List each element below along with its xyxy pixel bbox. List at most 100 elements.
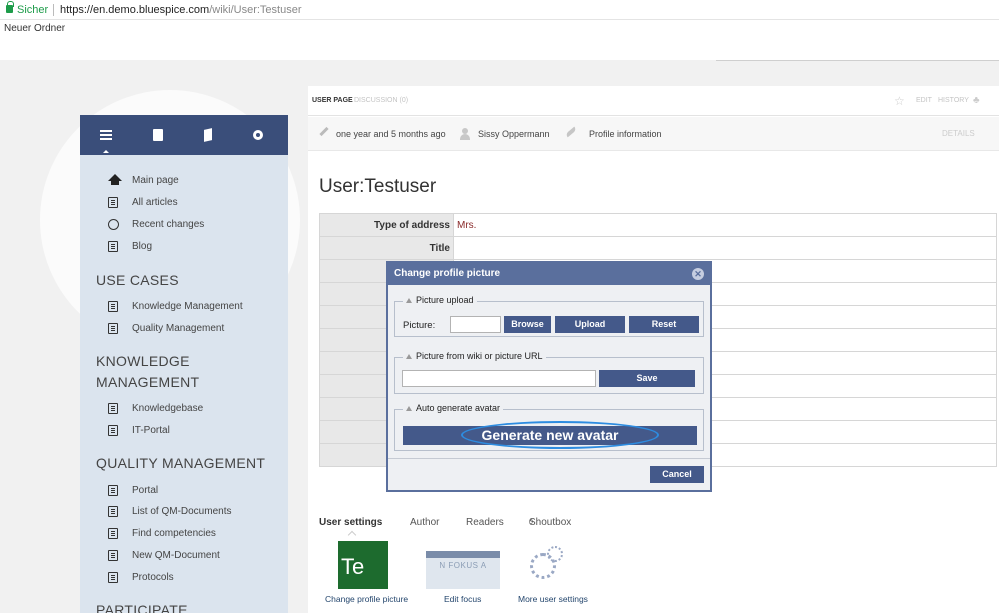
- field-label: Type of address: [319, 213, 454, 237]
- field-label: Title: [319, 236, 454, 260]
- auto-avatar-legend[interactable]: Auto generate avatar: [403, 403, 504, 413]
- section-heading-participate: PARTICIPATE: [96, 602, 188, 613]
- sidebar-tabs: [80, 115, 288, 155]
- browse-button[interactable]: Browse: [504, 316, 551, 333]
- sidebar-item-label: IT-Portal: [132, 425, 170, 436]
- tab-author[interactable]: Author: [410, 516, 439, 530]
- dialog-footer: Cancel: [388, 458, 710, 490]
- change-profile-picture-dialog: Change profile picture ✕ Picture upload …: [386, 261, 712, 492]
- sidebar-item-label: Protocols: [132, 572, 174, 583]
- feather-icon: [565, 126, 577, 138]
- highlight-ellipse: [461, 421, 659, 449]
- table-row: Title: [319, 236, 997, 260]
- star-icon[interactable]: ☆: [894, 86, 905, 116]
- gear-icon[interactable]: [250, 127, 266, 143]
- tab-user-page[interactable]: USER PAGE: [312, 86, 353, 116]
- tab-shoutbox-label: Shoutbox: [529, 517, 572, 528]
- sidebar-item-label: List of QM-Documents: [132, 506, 232, 517]
- tab-discussion[interactable]: DISCUSSION (0): [354, 86, 408, 116]
- page-icon: [108, 301, 118, 312]
- page-icon: [108, 485, 118, 496]
- author-link[interactable]: Sissy Oppermann: [478, 117, 550, 151]
- share-icon[interactable]: ♣: [973, 86, 980, 116]
- picture-label: Picture:: [403, 320, 436, 331]
- page-title: User:Testuser: [319, 176, 437, 197]
- picture-upload-fieldset: Picture upload Picture: Browse Upload Re…: [394, 295, 704, 337]
- focus-tile[interactable]: N FOKUS A: [426, 551, 500, 589]
- bookmarks-bar: Neuer Ordner: [0, 20, 999, 60]
- page-icon: [108, 528, 118, 539]
- cancel-button[interactable]: Cancel: [650, 466, 704, 483]
- edit-focus-link[interactable]: Edit focus: [444, 594, 481, 604]
- section-heading-knowledge: KNOWLEDGE MANAGEMENT: [96, 353, 200, 390]
- details-toggle[interactable]: DETAILS: [942, 117, 975, 151]
- lock-icon: [6, 1, 14, 13]
- legend-text: Auto generate avatar: [416, 403, 501, 413]
- save-button[interactable]: Save: [599, 370, 695, 387]
- divider: [53, 4, 54, 16]
- table-row: Type of address Mrs.: [319, 213, 997, 237]
- picture-url-legend[interactable]: Picture from wiki or picture URL: [403, 351, 546, 361]
- dialog-title: Change profile picture: [394, 268, 501, 279]
- sidebar-item-label: Portal: [132, 485, 159, 496]
- sidebar: Main page All articles Recent changes Bl…: [80, 115, 288, 613]
- clipboard-icon[interactable]: [150, 127, 166, 143]
- sidebar-item-label: Quality Management: [132, 323, 225, 334]
- page-meta-bar: one year and 5 months ago Sissy Opperman…: [308, 117, 999, 151]
- change-profile-picture-link[interactable]: Change profile picture: [325, 594, 408, 604]
- page-icon: [108, 572, 118, 583]
- profile-info-link[interactable]: Profile information: [589, 117, 662, 151]
- last-modified[interactable]: one year and 5 months ago: [336, 117, 446, 151]
- legend-text: Picture from wiki or picture URL: [416, 351, 543, 361]
- page-icon: [108, 323, 118, 334]
- sidebar-item-label: Main page: [132, 175, 179, 186]
- collapse-icon: [406, 354, 412, 359]
- sidebar-item-label: All articles: [132, 197, 178, 208]
- search-bar-edge: [716, 60, 999, 64]
- field-value: [453, 236, 997, 260]
- history-link[interactable]: HISTORY: [938, 86, 969, 116]
- sidebar-item-label: Recent changes: [132, 219, 205, 230]
- edit-link[interactable]: EDIT: [916, 86, 932, 116]
- close-icon[interactable]: ✕: [692, 268, 704, 280]
- secure-label: Sicher: [17, 4, 49, 16]
- url-path: /wiki/User:Testuser: [209, 4, 302, 16]
- book-icon[interactable]: [200, 127, 216, 143]
- collapse-icon: [406, 298, 412, 303]
- page-icon: [108, 241, 118, 252]
- auto-avatar-fieldset: Auto generate avatar Generate new avatar: [394, 403, 704, 451]
- page-icon: [108, 197, 118, 208]
- user-icon: [459, 128, 471, 140]
- picture-upload-legend[interactable]: Picture upload: [403, 295, 477, 305]
- more-user-settings-link[interactable]: More user settings: [518, 594, 588, 604]
- section-heading-use-cases: USE CASES: [96, 272, 179, 288]
- bookmark-folder[interactable]: Neuer Ordner: [4, 22, 65, 36]
- page-icon: [108, 506, 118, 517]
- gears-icon[interactable]: [530, 546, 563, 579]
- url-host: https://en.demo.bluespice.com: [60, 4, 210, 16]
- content-tabs: USER PAGE DISCUSSION (0) ☆ EDIT HISTORY …: [308, 86, 999, 116]
- tab-user-settings[interactable]: User settings: [319, 516, 382, 530]
- sidebar-item-label: Find competencies: [132, 528, 216, 539]
- pencil-icon: [319, 126, 329, 137]
- upload-button[interactable]: Upload: [555, 316, 625, 333]
- sidebar-item-label: New QM-Document: [132, 550, 220, 561]
- field-value: Mrs.: [453, 213, 997, 237]
- sidebar-item-label: Blog: [132, 241, 153, 252]
- section-heading-quality: QUALITY MANAGEMENT: [96, 455, 266, 471]
- address-bar[interactable]: Sicher https://en.demo.bluespice.com/wik…: [0, 0, 999, 20]
- tab-readers[interactable]: Readers: [466, 516, 504, 530]
- dialog-title-bar: Change profile picture ✕: [388, 263, 710, 285]
- reset-button[interactable]: Reset: [629, 316, 699, 333]
- legend-text: Picture upload: [416, 295, 474, 305]
- menu-icon[interactable]: [98, 127, 114, 153]
- url-text[interactable]: https://en.demo.bluespice.com/wiki/User:…: [60, 0, 302, 20]
- sidebar-item-label: Knowledge Management: [132, 301, 243, 312]
- page-icon: [108, 425, 118, 436]
- picture-file-field[interactable]: [450, 316, 501, 333]
- collapse-icon: [406, 406, 412, 411]
- profile-picture-tile[interactable]: Te: [338, 541, 388, 589]
- picture-url-input[interactable]: [402, 370, 596, 387]
- clock-icon: [108, 219, 119, 230]
- tab-shoutbox[interactable]: Shoutbox 0: [529, 516, 571, 533]
